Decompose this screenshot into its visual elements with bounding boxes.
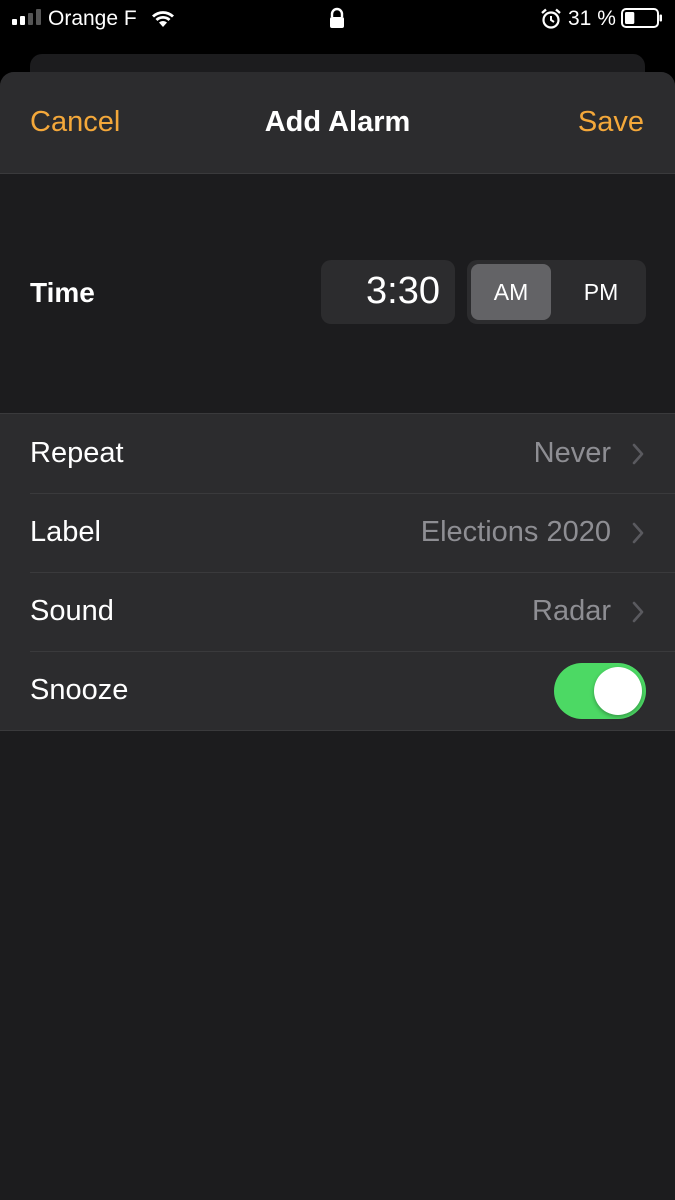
battery-percent: 31 % xyxy=(568,7,616,30)
time-value: 3:30 xyxy=(366,270,440,312)
sound-label: Sound xyxy=(30,595,114,627)
label-row[interactable]: Label Elections 2020 xyxy=(0,493,675,572)
repeat-value: Never xyxy=(533,437,611,469)
label-value: Elections 2020 xyxy=(420,516,611,548)
time-input[interactable]: 3:30 xyxy=(321,260,455,324)
chevron-right-icon xyxy=(632,601,644,623)
chevron-right-icon xyxy=(632,443,644,465)
label-label: Label xyxy=(30,516,101,548)
save-button[interactable]: Save xyxy=(578,106,644,139)
chevron-right-icon xyxy=(632,522,644,544)
alarm-icon xyxy=(541,8,561,29)
sound-row[interactable]: Sound Radar xyxy=(0,572,675,651)
page-title: Add Alarm xyxy=(264,106,411,138)
navigation-bar: Cancel Add Alarm Save xyxy=(0,72,675,174)
alarm-settings-list: Repeat Never Label Elections 2020 Sound … xyxy=(0,413,675,731)
add-alarm-sheet: Cancel Add Alarm Save Time 3:30 AM PM Re… xyxy=(0,72,675,1200)
battery-icon xyxy=(621,8,662,28)
am-pm-segmented-control: AM PM xyxy=(467,260,646,324)
toggle-knob xyxy=(594,667,642,715)
carrier-name: Orange F xyxy=(48,7,137,30)
repeat-label: Repeat xyxy=(30,437,124,469)
lock-icon xyxy=(330,7,344,28)
snooze-label: Snooze xyxy=(30,674,129,706)
wifi-icon xyxy=(152,11,174,27)
repeat-row[interactable]: Repeat Never xyxy=(0,414,675,493)
sound-value: Radar xyxy=(532,595,611,627)
time-label: Time xyxy=(30,277,95,308)
pm-segment[interactable]: PM xyxy=(559,264,643,320)
snooze-toggle[interactable] xyxy=(554,663,646,719)
status-bar: Orange F 31 % xyxy=(0,0,675,40)
snooze-row: Snooze xyxy=(0,651,675,730)
am-segment[interactable]: AM xyxy=(471,264,551,320)
signal-icon xyxy=(12,9,41,25)
